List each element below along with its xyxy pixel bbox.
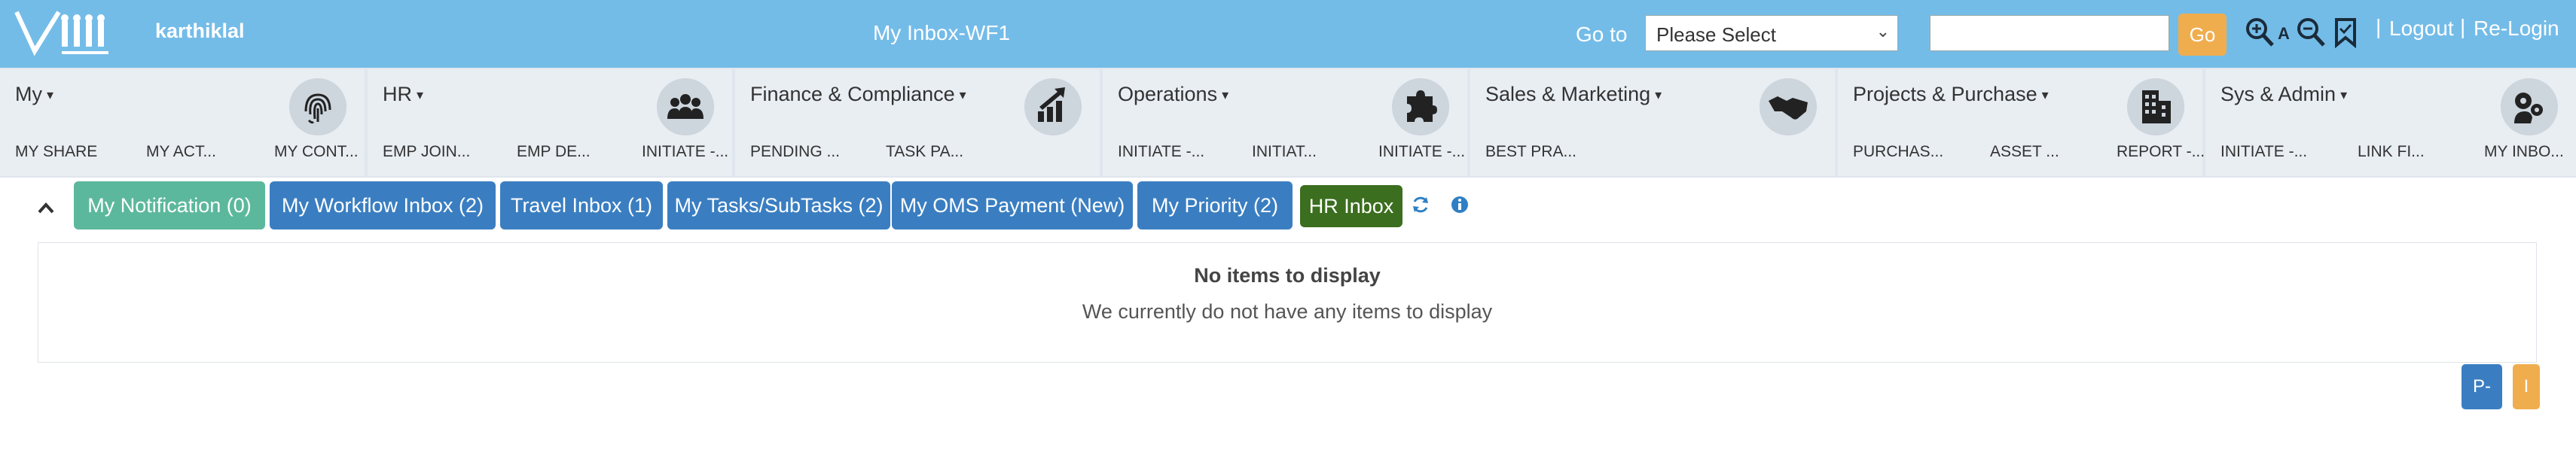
page-title: My Inbox-WF1 bbox=[872, 21, 1011, 44]
module-link[interactable]: PENDING ... bbox=[750, 143, 840, 161]
module-hr: HR ▾ EMP JOIN... EMP DE... INITIATE -... bbox=[368, 69, 732, 176]
module-link[interactable]: INITIATE -... bbox=[1378, 143, 1465, 161]
tab-my-priority[interactable]: My Priority (2) bbox=[1137, 181, 1293, 230]
module-title[interactable]: HR ▾ bbox=[383, 83, 423, 106]
people-group-icon bbox=[657, 78, 714, 135]
tab-hr-inbox[interactable]: HR Inbox bbox=[1300, 185, 1402, 227]
fingerprint-icon bbox=[289, 78, 346, 135]
go-button[interactable]: Go bbox=[2178, 14, 2227, 56]
top-header: karthiklal My Inbox-WF1 Go to Please Sel… bbox=[0, 0, 2576, 68]
module-finance: Finance & Compliance ▾ PENDING ... TASK P… bbox=[735, 69, 1100, 176]
tab-travel-inbox[interactable]: Travel Inbox (1) bbox=[500, 181, 663, 230]
module-link[interactable]: BEST PRA... bbox=[1485, 143, 1576, 161]
inbox-panel: No items to display We currently do not … bbox=[38, 242, 2537, 363]
tab-my-workflow-inbox[interactable]: My Workflow Inbox (2) bbox=[270, 181, 496, 230]
goto-label: Go to bbox=[1576, 23, 1628, 46]
module-link[interactable]: INITIAT... bbox=[1252, 143, 1317, 161]
chevron-down-icon: ⌄ bbox=[1876, 22, 1890, 41]
module-link[interactable]: INITIATE -... bbox=[642, 143, 728, 161]
username: karthiklal bbox=[155, 20, 245, 42]
i-button[interactable]: I bbox=[2513, 364, 2540, 409]
module-title[interactable]: Sys & Admin ▾ bbox=[2220, 83, 2347, 106]
module-link[interactable]: MY CONT... bbox=[274, 143, 359, 161]
p-minus-button[interactable]: P- bbox=[2462, 364, 2502, 409]
module-sales: Sales & Marketing ▾ BEST PRA... bbox=[1470, 69, 1835, 176]
module-link[interactable]: INITIATE -... bbox=[1118, 143, 1204, 161]
module-link[interactable]: INITIATE -... bbox=[2220, 143, 2307, 161]
goto-select-value: Please Select bbox=[1656, 23, 1776, 46]
module-title[interactable]: Operations ▾ bbox=[1118, 83, 1228, 106]
building-icon bbox=[2127, 78, 2184, 135]
module-link[interactable]: LINK FI... bbox=[2358, 143, 2425, 161]
module-link[interactable]: MY SHARE bbox=[15, 143, 97, 161]
company-logo bbox=[14, 11, 108, 56]
module-title[interactable]: Finance & Compliance ▾ bbox=[750, 83, 966, 106]
module-my: My ▾ MY SHARE MY ACT... MY CONT... bbox=[0, 69, 365, 176]
chevron-up-icon[interactable] bbox=[35, 197, 57, 220]
zoom-out-icon[interactable] bbox=[2296, 17, 2326, 48]
module-link[interactable]: TASK PA... bbox=[886, 143, 963, 161]
empty-state-title: No items to display bbox=[1194, 264, 1381, 287]
module-title[interactable]: Sales & Marketing ▾ bbox=[1485, 83, 1662, 106]
goto-search-input[interactable] bbox=[1930, 15, 2169, 51]
admin-gear-user-icon bbox=[2501, 78, 2558, 135]
module-operations: Operations ▾ INITIATE -... INITIAT... INI… bbox=[1103, 69, 1467, 176]
module-link[interactable]: MY ACT... bbox=[146, 143, 216, 161]
logout-link[interactable]: Logout bbox=[2389, 17, 2454, 41]
puzzle-icon bbox=[1392, 78, 1449, 135]
module-link[interactable]: ASSET ... bbox=[1990, 143, 2059, 161]
module-link[interactable]: EMP JOIN... bbox=[383, 143, 470, 161]
tab-my-notification[interactable]: My Notification (0) bbox=[74, 181, 265, 230]
refresh-icon[interactable] bbox=[1410, 194, 1431, 215]
info-icon[interactable] bbox=[1449, 194, 1470, 215]
bar-chart-growth-icon bbox=[1024, 78, 1082, 135]
module-sys-admin: Sys & Admin ▾ INITIATE -... LINK FI... MY… bbox=[2205, 69, 2576, 176]
module-link[interactable]: EMP DE... bbox=[517, 143, 591, 161]
relogin-link[interactable]: Re-Login bbox=[2474, 17, 2559, 41]
module-link[interactable]: MY INBO... bbox=[2484, 143, 2564, 161]
module-projects: Projects & Purchase ▾ PURCHAS... ASSET ..… bbox=[1838, 69, 2205, 176]
module-link[interactable]: REPORT -... bbox=[2117, 143, 2205, 161]
bookmark-icon[interactable] bbox=[2330, 17, 2361, 48]
goto-select[interactable]: Please Select ⌄ bbox=[1645, 15, 1898, 51]
font-size-label[interactable]: A bbox=[2278, 24, 2290, 44]
module-link[interactable]: PURCHAS... bbox=[1853, 143, 1943, 161]
handshake-icon bbox=[1760, 78, 1817, 135]
separator: | bbox=[2460, 15, 2466, 38]
empty-state-message: We currently do not have any items to di… bbox=[1082, 300, 1493, 323]
module-title[interactable]: Projects & Purchase ▾ bbox=[1853, 83, 2049, 106]
zoom-in-icon[interactable] bbox=[2245, 17, 2275, 48]
tab-my-tasks[interactable]: My Tasks/SubTasks (2) bbox=[667, 181, 890, 230]
separator: | bbox=[2376, 15, 2382, 38]
tab-my-oms-payment[interactable]: My OMS Payment (New) bbox=[892, 181, 1133, 230]
module-title[interactable]: My ▾ bbox=[15, 83, 53, 106]
